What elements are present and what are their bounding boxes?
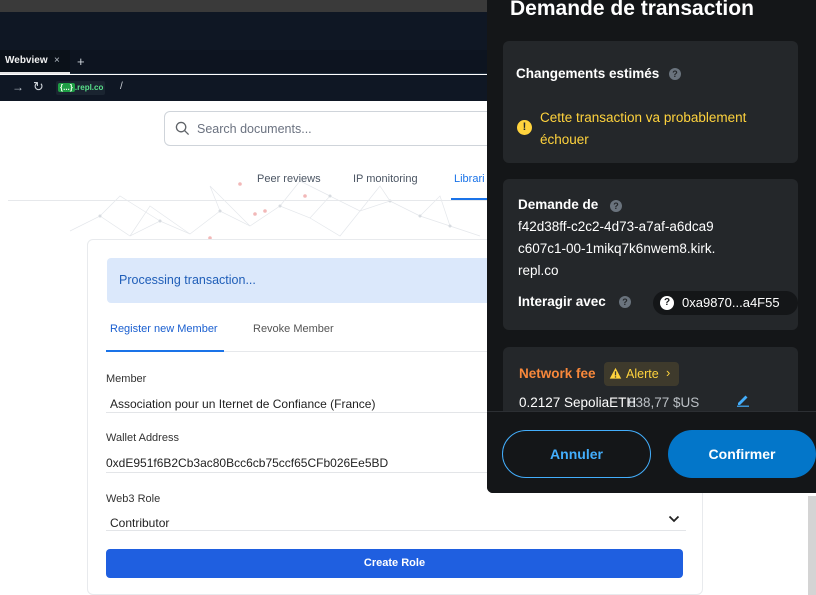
tab-register-member[interactable]: Register new Member — [110, 323, 218, 335]
network-graph-decoration — [69, 180, 481, 240]
metamask-popup: Demande de transaction Changements estim… — [487, 0, 816, 493]
member-field[interactable]: Association pour un Iternet de Confiance… — [110, 397, 375, 411]
form-tab-active-indicator — [106, 350, 224, 352]
add-tab-icon[interactable]: + — [77, 55, 85, 68]
edit-pencil-icon[interactable] — [736, 393, 750, 407]
url-host: .repl.co — [74, 83, 104, 92]
role-underline — [106, 530, 686, 531]
nav-divider — [8, 200, 528, 201]
wallet-address-field[interactable]: 0xdE951f6B2Cb3ac80Bcc6cb75ccf65CFb026Ee5… — [106, 456, 388, 470]
processing-message: Processing transaction... — [119, 273, 256, 287]
warning-triangle-icon — [609, 367, 622, 379]
contract-address-pill[interactable]: ? 0xa9870...a4F55 — [653, 291, 798, 315]
confirm-button[interactable]: Confirmer — [668, 430, 816, 478]
estimated-changes-panel: Changements estimés ? ! Cette transactio… — [503, 41, 798, 163]
network-fee-label: Network fee — [519, 366, 596, 381]
create-role-button[interactable]: Create Role — [106, 549, 683, 578]
help-icon[interactable]: ? — [619, 296, 631, 308]
failure-warning: Cette transaction va probablement échoue… — [540, 110, 747, 147]
contract-address: 0xa9870...a4F55 — [682, 295, 780, 310]
reload-icon[interactable]: ↻ — [33, 79, 44, 95]
processing-alert: Processing transaction... — [107, 258, 507, 303]
member-label: Member — [106, 373, 147, 385]
search-input[interactable]: Search documents... — [197, 122, 312, 136]
web3-role-label: Web3 Role — [106, 493, 161, 505]
request-from-panel: Demande de ? f42d38ff-c2c2-4d73-a7af-a6d… — [503, 179, 798, 330]
web3-role-select[interactable]: Contributor — [110, 516, 169, 530]
tab-ip-monitoring[interactable]: IP monitoring — [353, 173, 418, 185]
fee-amount: 0.2127 SepoliaETH — [519, 395, 637, 410]
fee-alert-badge[interactable]: Alerte › — [604, 362, 679, 386]
alert-label: Alerte — [626, 367, 659, 381]
url-path-input[interactable]: / — [120, 81, 123, 92]
tab-libraries[interactable]: Librari — [454, 173, 485, 185]
help-icon[interactable]: ? — [669, 68, 681, 80]
url-host-pill[interactable]: {...} .repl.co — [56, 81, 106, 95]
request-origin: f42d38ff-c2c2-4d73-a7af-a6dca9c607c1-00-… — [518, 219, 716, 278]
warning-icon: ! — [517, 120, 532, 135]
chevron-down-icon[interactable] — [668, 514, 680, 524]
tab-peer-reviews[interactable]: Peer reviews — [257, 173, 321, 185]
cancel-button[interactable]: Annuler — [502, 430, 651, 478]
close-icon[interactable]: × — [54, 50, 60, 72]
wallet-address-label: Wallet Address — [106, 432, 179, 444]
request-from-heading: Demande de — [518, 197, 599, 212]
chevron-right-icon: › — [666, 365, 671, 380]
page-scrollbar[interactable] — [808, 496, 816, 595]
url-badge: {...} — [58, 83, 75, 92]
unknown-account-icon: ? — [660, 296, 674, 310]
search-box[interactable]: Search documents... — [164, 111, 504, 146]
fee-fiat-value: 838,77 $US — [628, 395, 700, 410]
estimated-changes-heading: Changements estimés — [516, 66, 660, 81]
tab-webview[interactable]: Webview × — [0, 50, 70, 74]
popup-footer: Annuler Confirmer — [487, 411, 816, 493]
popup-title: Demande de transaction — [510, 0, 754, 20]
help-icon[interactable]: ? — [610, 200, 622, 212]
search-icon — [175, 121, 190, 136]
interact-with-label: Interagir avec — [518, 294, 606, 309]
tab-revoke-member[interactable]: Revoke Member — [253, 323, 334, 335]
tab-label: Webview — [5, 55, 48, 66]
forward-arrow-icon[interactable]: → — [12, 80, 24, 94]
